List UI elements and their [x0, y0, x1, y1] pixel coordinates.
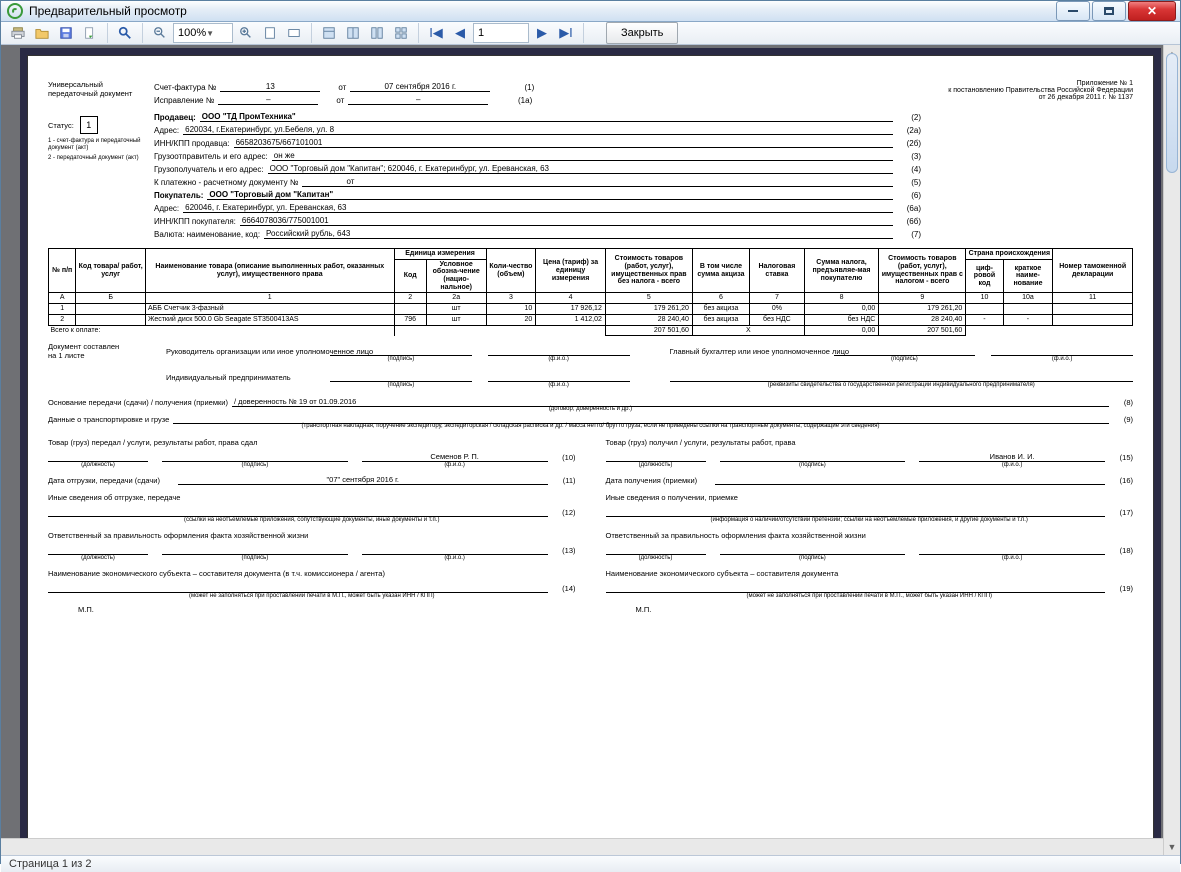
next-page-icon[interactable]: ▶ — [531, 22, 553, 44]
close-preview-button[interactable]: Закрыть — [606, 22, 678, 44]
titlebar: Предварительный просмотр ✕ — [1, 1, 1180, 22]
first-page-icon[interactable]: I◀ — [425, 22, 447, 44]
zoom-combo[interactable]: 100%▼ — [173, 23, 233, 43]
save-icon[interactable] — [55, 22, 77, 44]
zoom-in-icon[interactable] — [235, 22, 257, 44]
scrollbar-vertical[interactable]: ▲▼ — [1163, 45, 1180, 855]
compiled-on: Документ составлен на 1 листе — [48, 342, 126, 394]
minimize-button[interactable] — [1056, 1, 1090, 21]
document-page: Универсальный передаточный документ Стат… — [27, 55, 1154, 845]
page-input[interactable]: 1 — [473, 23, 529, 43]
close-button[interactable]: ✕ — [1128, 1, 1176, 21]
prev-page-icon[interactable]: ◀ — [449, 22, 471, 44]
zoom-out-icon[interactable] — [149, 22, 171, 44]
search-icon[interactable] — [114, 22, 136, 44]
fit-page-icon[interactable] — [259, 22, 281, 44]
maximize-button[interactable] — [1092, 1, 1126, 21]
items-table: № п/п Код товара/ работ, услуг Наименова… — [48, 248, 1133, 336]
layout-2-icon[interactable] — [342, 22, 364, 44]
print-icon[interactable] — [7, 22, 29, 44]
toolbar: 100%▼ I◀ ◀ 1 ▶ ▶I Закрыть — [1, 22, 1180, 45]
layout-4-icon[interactable] — [390, 22, 412, 44]
layout-1-icon[interactable] — [318, 22, 340, 44]
status-box: 1 — [80, 116, 98, 134]
table-row: 1АББ Счетчик 3-фазныйшт1017 926,12179 26… — [49, 304, 1133, 315]
appendix-note: Приложение № 1 к постановлению Правитель… — [933, 80, 1133, 240]
open-icon[interactable] — [31, 22, 53, 44]
viewer: Универсальный передаточный документ Стат… — [1, 45, 1180, 855]
doc-name-label: Универсальный передаточный документ — [48, 80, 142, 98]
last-page-icon[interactable]: ▶I — [555, 22, 577, 44]
layout-3-icon[interactable] — [366, 22, 388, 44]
fit-width-icon[interactable] — [283, 22, 305, 44]
window: Предварительный просмотр ✕ 100%▼ I◀ ◀ 1 … — [0, 0, 1181, 864]
app-icon — [7, 3, 23, 19]
export-icon[interactable] — [79, 22, 101, 44]
window-title: Предварительный просмотр — [29, 4, 1056, 18]
scrollbar-horizontal[interactable] — [1, 838, 1163, 855]
table-row: 2Жесткий диск 500.0 Gb Seagate ST3500413… — [49, 314, 1133, 325]
